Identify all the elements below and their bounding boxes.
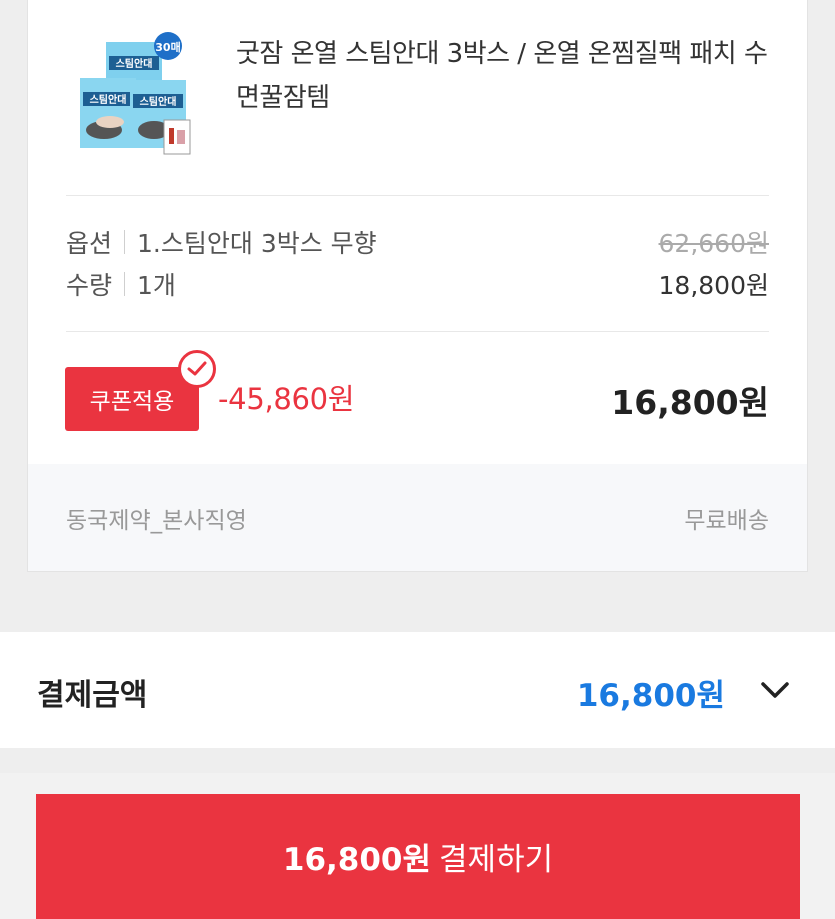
quantity-label: 수량	[66, 271, 113, 300]
shipping-info: 무료배송	[684, 507, 769, 534]
separator	[124, 272, 126, 296]
checkout-action: 결제하기	[439, 842, 554, 878]
separator	[124, 230, 126, 254]
product-box-image: 스팀안대 스팀안대 스팀안대 30매	[80, 32, 191, 155]
coupon-row: 쿠폰적용 -45,860원 16,800원	[28, 332, 807, 464]
product-row[interactable]: 스팀안대 스팀안대 스팀안대 30매 굿잠 온열 스팀안대 3박스 / 온열 온…	[28, 0, 807, 195]
product-thumbnail[interactable]: 스팀안대 스팀안대 스팀안대 30매	[76, 30, 196, 160]
option-label: 옵션	[66, 229, 113, 258]
checkout-amount: 16,800원	[282, 842, 432, 878]
thumbnail-badge: 30매	[155, 40, 180, 54]
coupon-discount: -45,860원	[218, 382, 355, 416]
quantity-row: 수량 1개 18,800원	[66, 264, 769, 304]
quantity-value: 1개	[137, 271, 176, 300]
order-item-card: 스팀안대 스팀안대 스팀안대 30매 굿잠 온열 스팀안대 3박스 / 온열 온…	[27, 0, 808, 572]
check-circle-icon	[178, 350, 216, 388]
sale-price: 18,800원	[658, 271, 769, 300]
payment-summary[interactable]: 결제금액 16,800원	[0, 632, 835, 748]
divider	[66, 195, 769, 196]
box-text-left: 스팀안대	[90, 93, 127, 106]
box-text-right: 스팀안대	[140, 95, 177, 108]
product-title[interactable]: 굿잠 온열 스팀안대 3박스 / 온열 온찜질팩 패치 수면꿀잠템	[236, 32, 776, 120]
box-text-back: 스팀안대	[116, 57, 153, 70]
checkout-button[interactable]: 16,800원 결제하기	[36, 794, 800, 919]
option-value: 1.스팀안대 3박스 무향	[137, 229, 377, 258]
payment-label: 결제금액	[37, 678, 148, 713]
original-price: 62,660원	[658, 229, 769, 258]
payment-amount: 16,800원	[576, 678, 725, 714]
seller-row: 동국제약_본사직영 무료배송	[28, 464, 807, 571]
seller-name[interactable]: 동국제약_본사직영	[66, 501, 247, 535]
checkout-bar: 16,800원 결제하기	[0, 773, 835, 919]
item-final-price: 16,800원	[611, 383, 769, 422]
option-row: 옵션 1.스팀안대 3박스 무향 62,660원	[66, 222, 769, 262]
chevron-down-icon[interactable]	[755, 672, 795, 708]
